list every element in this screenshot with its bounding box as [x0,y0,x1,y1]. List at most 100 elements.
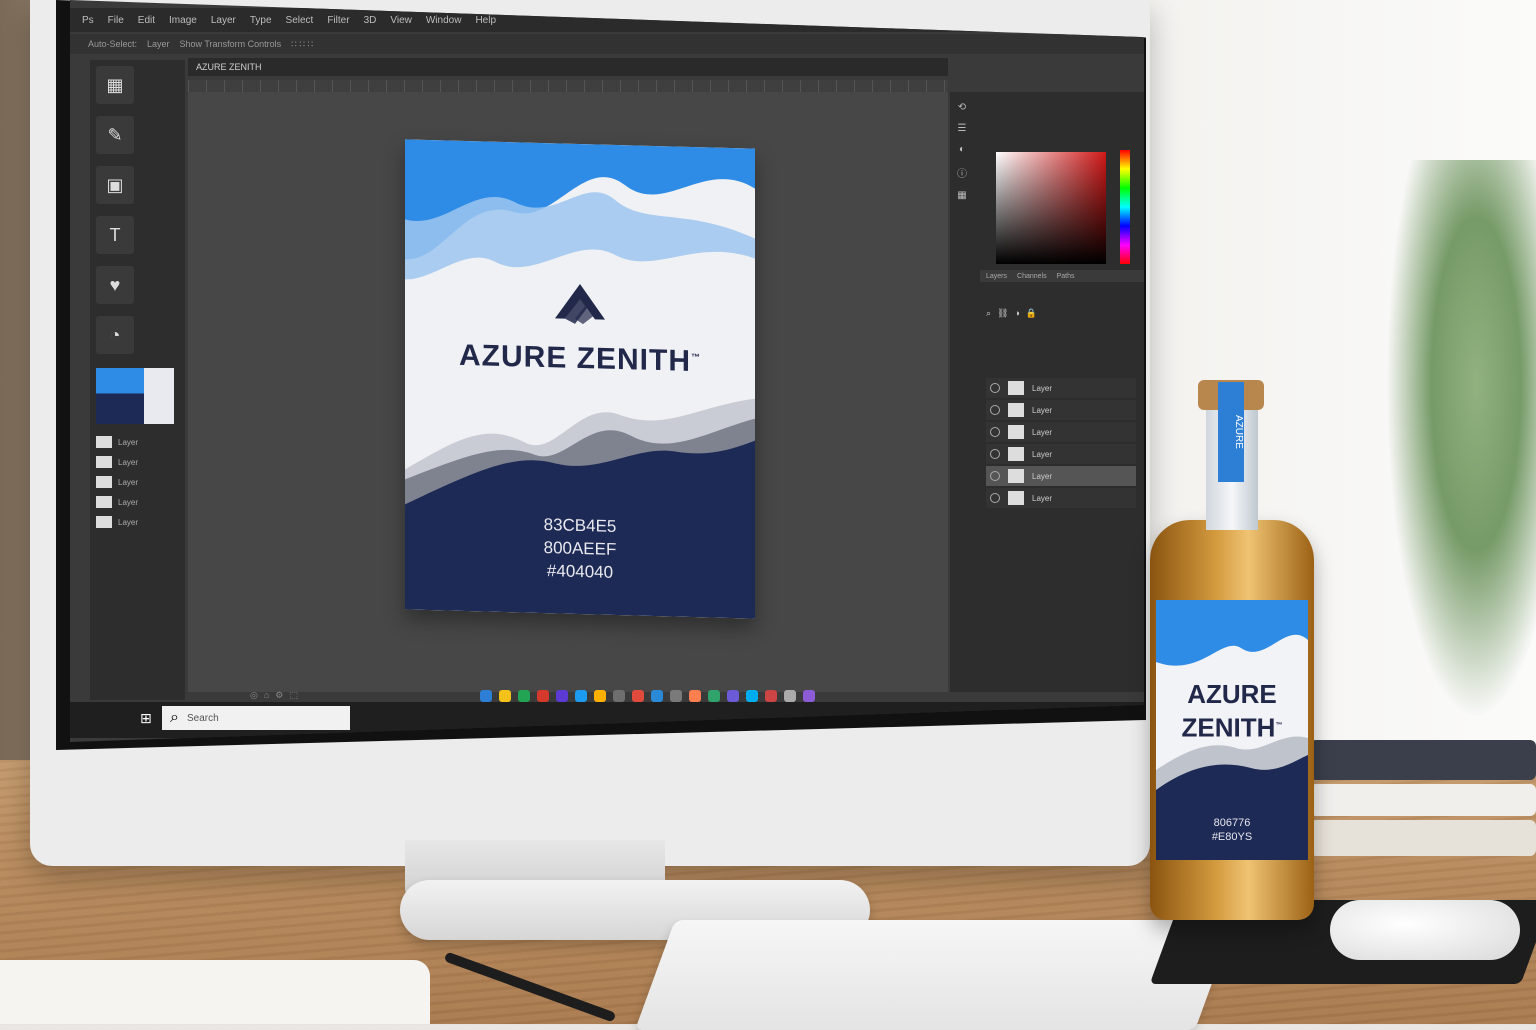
panel-tabs: Layers Channels Paths [980,270,1144,282]
heart-icon[interactable]: ♥ [96,266,134,304]
properties-icon[interactable]: ☰ [958,123,967,134]
hue-slider[interactable] [1120,150,1130,264]
status-icon[interactable]: ⬚ [289,690,298,701]
bottle-brand-title: AZURE ZENITH™ [1181,679,1283,743]
option-item[interactable]: Layer [147,39,170,49]
option-item[interactable]: Auto-Select: [88,39,137,49]
layer-row-selected[interactable]: Layer [986,466,1136,486]
eye-icon[interactable] [990,493,1000,503]
status-icon[interactable]: ⚙ [275,690,283,701]
layer-tools: ⌕ ⛓ ◑ 🔒 [980,302,1144,324]
search-icon: ⌕ [170,709,179,726]
type-icon[interactable]: T [96,216,134,254]
poster-artboard[interactable]: AZURE ZENITH™ 83CB4E5 800AEEF #404040 [405,139,755,619]
taskbar-app-icon[interactable] [632,690,644,702]
left-row[interactable]: Layer [90,452,185,472]
menu-item[interactable]: Type [250,15,272,26]
document-thumbnail[interactable] [96,368,174,424]
taskbar-app-icon[interactable] [480,690,492,702]
menu-item[interactable]: File [108,15,124,26]
swatches-icon[interactable]: ▦ [957,190,966,201]
taskbar-app-icon[interactable] [689,690,701,702]
poster-color-codes: 83CB4E5 800AEEF #404040 [405,509,755,587]
left-row[interactable]: Layer [90,492,185,512]
adjust-icon[interactable]: ◐ [959,144,965,155]
menu-item[interactable]: Select [286,15,314,26]
link-icon[interactable]: ⛓ [997,308,1008,319]
taskbar-search-placeholder: Search [186,712,219,724]
bottle-neck-label: AZURE [1218,382,1244,482]
panel-tab[interactable]: Channels [1017,273,1047,280]
status-icon[interactable]: ⌂ [264,690,269,701]
left-row[interactable]: Layer [90,472,185,492]
menu-item[interactable]: Edit [138,15,155,26]
right-tool-column: ⟲ ☰ ◐ ⓘ ▦ [950,92,974,262]
circle-icon[interactable]: ◔ [96,316,134,354]
menu-item[interactable]: 3D [364,15,377,26]
menu-item[interactable]: Help [475,15,496,26]
mask-icon[interactable]: ◑ [1014,308,1019,318]
brush-icon[interactable]: ✎ [96,116,134,154]
horizontal-ruler [188,80,948,92]
eye-icon[interactable] [990,383,1000,393]
menu-item[interactable]: Window [426,15,462,26]
taskbar-app-icon[interactable] [746,690,758,702]
info-icon[interactable]: ⓘ [957,165,967,180]
taskbar-search[interactable]: ⌕ Search [162,706,350,730]
taskbar-app-icon[interactable] [518,690,530,702]
lock-icon[interactable]: 🔒 [1026,308,1037,319]
taskbar-app-icon[interactable] [556,690,568,702]
eye-icon[interactable] [990,427,1000,437]
shape-icon[interactable]: ▣ [96,166,134,204]
layers-list: Layer Layer Layer Layer Layer Layer [986,378,1136,510]
taskbar-app-icon[interactable] [708,690,720,702]
taskbar-app-icon[interactable] [575,690,587,702]
keyboard [634,920,1236,1030]
left-row[interactable]: Layer [90,432,185,452]
menu-item[interactable]: Ps [82,15,94,26]
layer-row[interactable]: Layer [986,378,1136,398]
background-plant [1386,160,1536,720]
layer-row[interactable]: Layer [986,400,1136,420]
panel-tab[interactable]: Layers [986,273,1007,280]
menu-item[interactable]: Layer [211,15,236,26]
menu-item[interactable]: Image [169,15,197,26]
layer-row[interactable]: Layer [986,488,1136,508]
notebook [0,960,430,1024]
taskbar-app-icon[interactable] [803,690,815,702]
taskbar-app-icon[interactable] [727,690,739,702]
option-item[interactable]: ∷ ∷ ∷ [291,39,313,50]
taskbar-apps [480,690,815,702]
left-tools-panel: ▦ ✎ ▣ T ♥ ◔ Layer Layer Layer Layer Laye… [90,60,185,700]
menu-item[interactable]: View [390,15,412,26]
taskbar-app-icon[interactable] [594,690,606,702]
status-icon[interactable]: ◎ [250,690,258,701]
taskbar-app-icon[interactable] [651,690,663,702]
search-icon[interactable]: ⌕ [986,308,991,319]
panel-tab[interactable]: Paths [1057,273,1075,280]
eye-icon[interactable] [990,471,1000,481]
color-picker[interactable] [996,152,1106,264]
taskbar-app-icon[interactable] [670,690,682,702]
left-row[interactable]: Layer [90,512,185,532]
taskbar-app-icon[interactable] [765,690,777,702]
eye-icon[interactable] [990,449,1000,459]
windows-start-icon[interactable]: ⊞ [140,710,152,727]
option-item[interactable]: Show Transform Controls [180,39,282,49]
layer-row[interactable]: Layer [986,422,1136,442]
taskbar-app-icon[interactable] [537,690,549,702]
taskbar-app-icon[interactable] [499,690,511,702]
status-bar: ◎ ⌂ ⚙ ⬚ [250,690,298,701]
menu-item[interactable]: Filter [327,15,349,26]
bottle-code: 806776 [1213,817,1251,829]
bottle-color-codes: 806776 #E80YS [1156,816,1308,844]
image-icon[interactable]: ▦ [96,66,134,104]
history-icon[interactable]: ⟲ [958,102,966,113]
taskbar-app-icon[interactable] [784,690,796,702]
eye-icon[interactable] [990,405,1000,415]
taskbar-app-icon[interactable] [613,690,625,702]
layer-row[interactable]: Layer [986,444,1136,464]
document-tab[interactable]: AZURE ZENITH [196,62,262,72]
books-stack [1310,740,1536,870]
right-panels: ⟲ ☰ ◐ ⓘ ▦ Layers Channels Paths ⌕ ⛓ ◑ 🔒 … [950,92,1144,692]
